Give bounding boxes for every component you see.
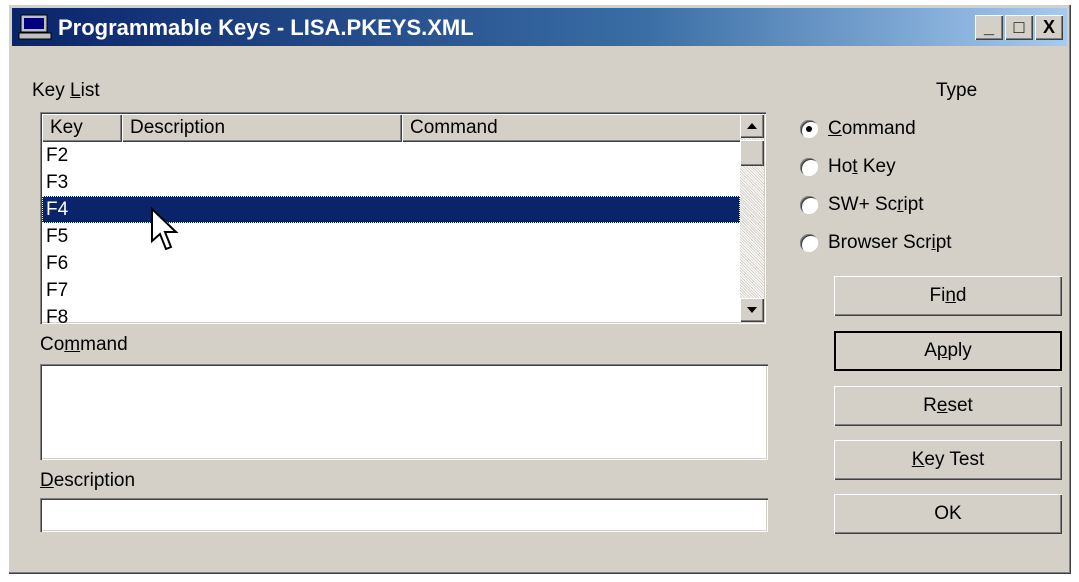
list-item-selected[interactable]: F4 [42,196,740,223]
radio-command-label: Command [828,118,916,139]
radio-unchecked-icon [800,196,818,214]
computer-icon [18,14,52,40]
arrow-down-icon [747,307,757,313]
command-label: Command [40,334,128,355]
list-item[interactable]: F6 [42,250,740,277]
vertical-scrollbar[interactable] [740,114,764,322]
column-header-key[interactable]: Key [42,114,122,142]
key-list[interactable]: Key Description Command F2 F3 F4 F5 F6 F… [40,112,766,324]
ok-button[interactable]: OK [834,494,1062,534]
radio-hot-key-label: Hot Key [828,156,896,177]
description-label: Description [40,470,136,491]
scroll-down-button[interactable] [740,298,764,322]
radio-unchecked-icon [800,234,818,252]
list-item[interactable]: F5 [42,223,740,250]
find-button[interactable]: Find [834,276,1062,316]
close-button[interactable]: X [1035,15,1063,40]
list-item[interactable]: F8 [42,304,740,324]
list-item[interactable]: F7 [42,277,740,304]
apply-button[interactable]: Apply [834,331,1062,371]
programmable-keys-window: Programmable Keys - LISA.PKEYS.XML _ □ X… [8,4,1071,574]
list-item[interactable]: F2 [42,142,740,169]
description-input[interactable] [40,498,768,532]
column-header-description[interactable]: Description [122,114,402,142]
scroll-thumb[interactable] [740,140,764,166]
scroll-up-button[interactable] [740,114,764,138]
title-bar[interactable]: Programmable Keys - LISA.PKEYS.XML _ □ X [12,8,1067,46]
window-title: Programmable Keys - LISA.PKEYS.XML [58,15,474,40]
reset-button[interactable]: Reset [834,386,1062,426]
radio-checked-icon [800,120,818,138]
maximize-icon: □ [1013,17,1025,37]
key-test-button[interactable]: Key Test [834,440,1062,480]
type-label: Type [936,80,978,101]
radio-sw-script-label: SW+ Script [828,194,924,215]
mouse-cursor-icon [151,207,179,251]
key-list-rows: F2 F3 F4 F5 F6 F7 F8 [42,142,740,324]
minimize-icon: _ [983,17,994,37]
key-list-header: Key Description Command [42,114,742,144]
arrow-up-icon [747,123,757,129]
close-icon: X [1042,17,1055,37]
minimize-button[interactable]: _ [975,15,1003,40]
column-header-command[interactable]: Command [402,114,742,142]
command-textarea[interactable] [40,364,768,460]
radio-unchecked-icon [800,158,818,176]
maximize-button[interactable]: □ [1005,15,1033,40]
key-list-label: Key List [32,80,100,101]
radio-browser-script-label: Browser Script [828,232,952,253]
list-item[interactable]: F3 [42,169,740,196]
